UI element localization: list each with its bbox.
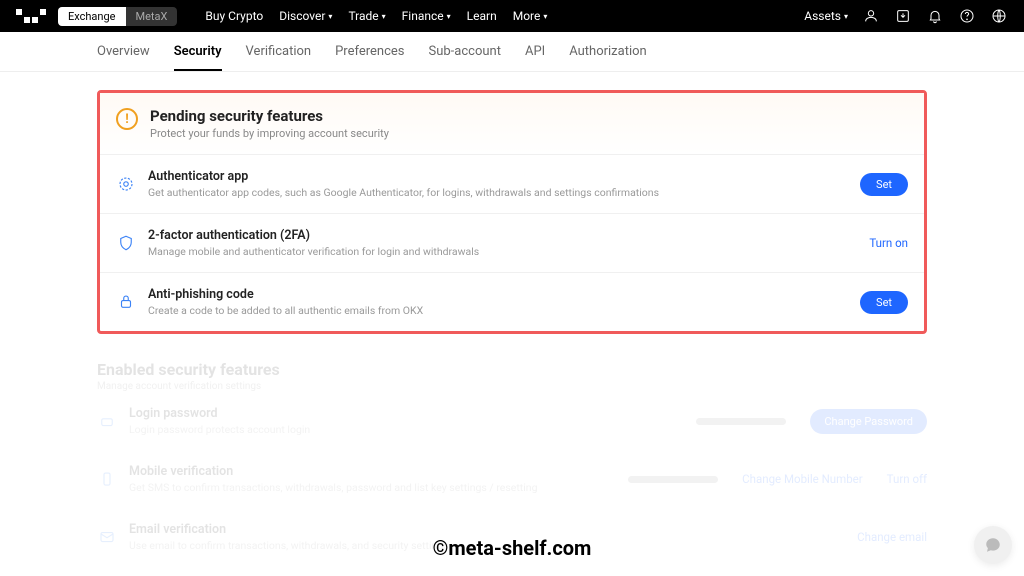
chevron-down-icon: ▾ [447, 12, 451, 21]
chat-bubble[interactable] [974, 526, 1012, 564]
phone-icon [97, 469, 117, 489]
change-mobile-button[interactable]: Change Mobile Number [742, 472, 863, 486]
top-nav-left: Exchange MetaX Buy Crypto Discover▾ Trad… [16, 7, 547, 26]
tab-authorization[interactable]: Authorization [569, 44, 647, 71]
nav-assets-label: Assets [804, 9, 841, 23]
feature-mobile-verification: Mobile verification Get SMS to confirm t… [97, 450, 927, 508]
feature-title: Login password [129, 406, 684, 421]
enabled-title: Enabled security features [97, 360, 927, 379]
pending-features-box: ! Pending security features Protect your… [97, 90, 927, 334]
content: ! Pending security features Protect your… [97, 90, 927, 566]
authenticator-icon [116, 174, 136, 194]
enabled-subtitle: Manage account verification settings [97, 381, 927, 392]
chevron-down-icon: ▾ [543, 12, 547, 21]
subnav: Overview Security Verification Preferenc… [0, 32, 1024, 72]
masked-value [696, 418, 786, 425]
change-password-button[interactable]: Change Password [810, 409, 927, 434]
download-icon[interactable] [894, 7, 912, 25]
nav-discover-label: Discover [279, 9, 325, 23]
feature-title: 2-factor authentication (2FA) [148, 228, 857, 243]
set-antiphishing-button[interactable]: Set [860, 291, 908, 314]
mode-exchange[interactable]: Exchange [58, 7, 126, 26]
user-icon[interactable] [862, 7, 880, 25]
pending-subtitle: Protect your funds by improving account … [150, 127, 389, 140]
nav-learn[interactable]: Learn [467, 9, 497, 23]
nav-finance[interactable]: Finance▾ [402, 9, 451, 23]
feature-desc: Manage mobile and authenticator verifica… [148, 245, 857, 258]
chevron-down-icon: ▾ [382, 12, 386, 21]
feature-title: Anti-phishing code [148, 287, 848, 302]
nav-finance-label: Finance [402, 9, 444, 23]
masked-value [628, 476, 718, 483]
key-icon [97, 411, 117, 431]
watermark: ©meta-shelf.com [433, 536, 592, 560]
set-authenticator-button[interactable]: Set [860, 173, 908, 196]
mode-switch: Exchange MetaX [58, 7, 177, 26]
tab-api[interactable]: API [525, 44, 545, 71]
top-nav-right: Assets▾ [804, 7, 1008, 25]
nav-trade-label: Trade [348, 9, 378, 23]
tab-overview[interactable]: Overview [97, 44, 150, 71]
logo[interactable] [16, 9, 46, 23]
feature-authenticator: Authenticator app Get authenticator app … [100, 155, 924, 214]
feature-title: Mobile verification [129, 464, 616, 479]
turn-off-mobile-button[interactable]: Turn off [887, 472, 927, 486]
chevron-down-icon: ▾ [844, 12, 848, 21]
change-email-button[interactable]: Change email [857, 530, 927, 544]
warning-icon: ! [116, 108, 138, 130]
bell-icon[interactable] [926, 7, 944, 25]
nav-buy-crypto[interactable]: Buy Crypto [205, 9, 263, 23]
nav-more[interactable]: More▾ [513, 9, 548, 23]
nav-links: Buy Crypto Discover▾ Trade▾ Finance▾ Lea… [205, 9, 547, 23]
mode-metax[interactable]: MetaX [126, 7, 178, 26]
shield-icon [116, 233, 136, 253]
top-nav: Exchange MetaX Buy Crypto Discover▾ Trad… [0, 0, 1024, 32]
feature-desc: Create a code to be added to all authent… [148, 304, 848, 317]
feature-login-password: Login password Login password protects a… [97, 392, 927, 450]
mail-icon [97, 527, 117, 547]
feature-2fa: 2-factor authentication (2FA) Manage mob… [100, 214, 924, 273]
feature-desc: Get authenticator app codes, such as Goo… [148, 186, 848, 199]
chevron-down-icon: ▾ [328, 12, 332, 21]
nav-more-label: More [513, 9, 541, 23]
turn-on-2fa-button[interactable]: Turn on [869, 236, 908, 250]
nav-assets[interactable]: Assets▾ [804, 9, 848, 23]
lock-icon [116, 292, 136, 312]
tab-security[interactable]: Security [174, 44, 222, 71]
feature-antiphishing: Anti-phishing code Create a code to be a… [100, 273, 924, 331]
pending-title: Pending security features [150, 107, 389, 125]
help-icon[interactable] [958, 7, 976, 25]
globe-icon[interactable] [990, 7, 1008, 25]
pending-header: ! Pending security features Protect your… [100, 93, 924, 155]
feature-desc: Get SMS to confirm transactions, withdra… [129, 481, 616, 494]
tab-verification[interactable]: Verification [246, 44, 312, 71]
tab-preferences[interactable]: Preferences [335, 44, 404, 71]
tab-subaccount[interactable]: Sub-account [429, 44, 501, 71]
nav-discover[interactable]: Discover▾ [279, 9, 332, 23]
feature-desc: Login password protects account login [129, 423, 684, 436]
nav-trade[interactable]: Trade ▾ [348, 9, 385, 23]
feature-title: Email verification [129, 522, 845, 537]
feature-title: Authenticator app [148, 169, 848, 184]
